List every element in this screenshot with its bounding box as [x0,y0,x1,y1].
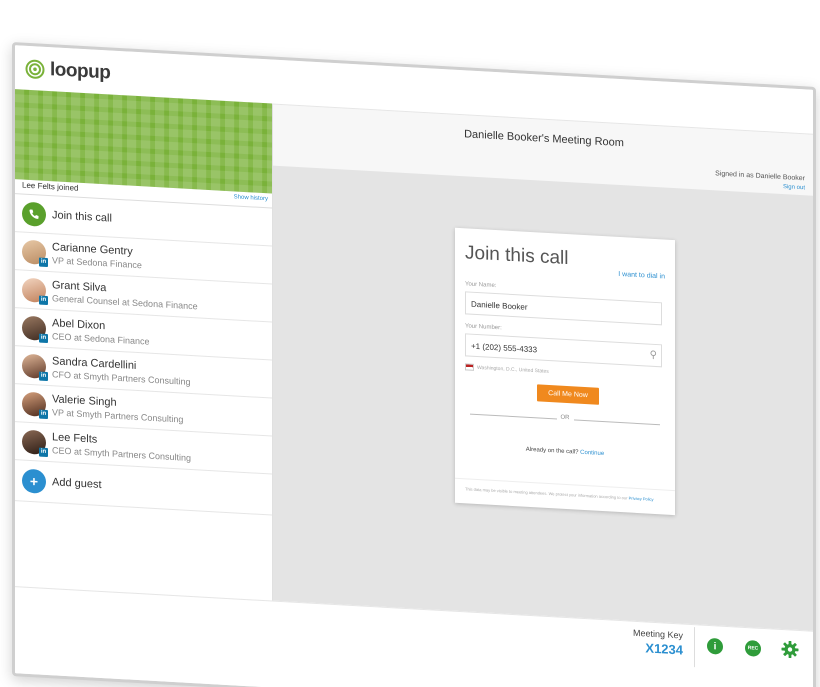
join-call-card: Join this call I want to dial in Your Na… [455,227,675,516]
avatar: in [22,277,48,305]
location-text: Washington, D.C., United States [477,364,549,375]
sidebar-banner [15,89,272,194]
location-info: Washington, D.C., United States [465,363,549,375]
name-label: Your Name: [465,281,497,290]
avatar: in [22,315,48,343]
sign-out-link[interactable]: Sign out [715,180,805,191]
phone-number-field[interactable]: +1 (202) 555-4333 ⚲ [465,333,662,368]
phone-number-value: +1 (202) 555-4333 [471,341,538,355]
linkedin-icon[interactable]: in [39,295,48,305]
divider [694,627,695,668]
linkedin-icon[interactable]: in [39,447,48,457]
meeting-key: Meeting Key X1234 [633,628,683,658]
name-field[interactable]: Danielle Booker [465,291,662,326]
logo-text: loopup [50,59,111,84]
participant-info: Grant Silva General Counsel at Sedona Fi… [52,279,198,311]
avatar: in [22,391,48,419]
continue-link[interactable]: Continue [580,450,604,457]
meeting-key-value: X1234 [645,640,683,658]
or-text: OR [556,414,574,422]
avatar: in [22,239,48,267]
linkedin-icon[interactable]: in [39,257,48,267]
joined-notice: Lee Felts joined [22,180,79,193]
dial-in-link[interactable]: I want to dial in [618,271,665,281]
participant-info: Sandra Cardellini CFO at Smyth Partners … [52,355,191,387]
info-icon[interactable]: i [707,637,723,655]
participant-info: Abel Dixon CEO at Sedona Finance [52,317,150,346]
loopup-logo-icon [25,59,45,79]
participant-info: Lee Felts CEO at Smyth Partners Consulti… [52,431,191,463]
meeting-key-label: Meeting Key [632,627,683,641]
add-guest-label: Add guest [52,476,102,492]
phone-icon [22,201,46,227]
card-title: Join this call [465,242,569,270]
avatar: in [22,353,48,381]
already-on-call: Already on the call? Continue [455,443,675,461]
us-flag-icon [465,363,474,371]
participants-sidebar: Lee Felts joined Show history Join this … [15,89,273,601]
linkedin-icon[interactable]: in [39,371,48,381]
already-text: Already on the call? [525,446,579,456]
number-label: Your Number: [465,323,502,332]
linkedin-icon[interactable]: in [39,333,48,343]
join-call-label: Join this call [52,208,112,225]
loopup-logo[interactable]: loopup [25,58,110,85]
privacy-policy-link[interactable]: Privacy Policy [629,495,654,501]
phone-glyph [29,209,39,219]
signed-in-info: Signed in as Danielle Booker Sign out [715,170,805,191]
footer-text: This data may be visible to meeting atte… [465,486,628,501]
participant-info: Carianne Gentry VP at Sedona Finance [52,241,142,270]
record-button[interactable]: REC [745,639,761,657]
gear-glyph [781,640,799,659]
plus-icon: + [22,468,46,494]
participant-info: Valerie Singh VP at Smyth Partners Consu… [52,393,183,424]
gear-icon[interactable] [781,640,799,659]
stage: loopup Danielle Booker's Meeting Room Si… [0,0,820,687]
search-icon[interactable]: ⚲ [650,350,657,361]
linkedin-icon[interactable]: in [39,409,48,419]
or-divider: OR [455,409,675,427]
rec-label: REC [747,645,759,652]
avatar: in [22,429,48,457]
call-me-now-button[interactable]: Call Me Now [537,384,599,405]
app-window: loopup Danielle Booker's Meeting Room Si… [12,42,816,687]
show-history-link[interactable]: Show history [234,194,268,202]
